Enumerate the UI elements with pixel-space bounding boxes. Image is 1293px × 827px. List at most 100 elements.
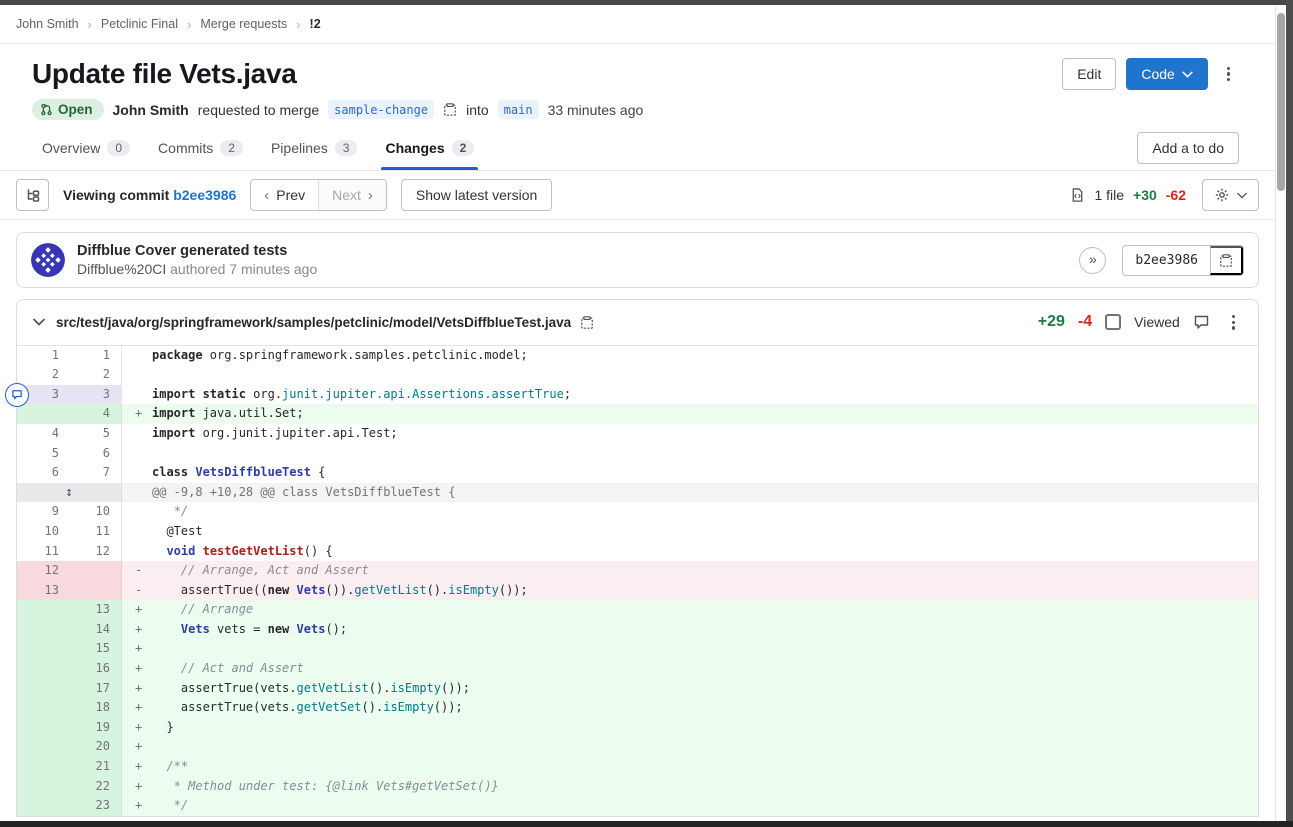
breadcrumb-mr-id[interactable]: !2 (310, 17, 321, 31)
old-line-number[interactable] (17, 600, 70, 620)
old-line-number[interactable] (17, 679, 70, 699)
old-line-number[interactable] (17, 718, 70, 738)
new-line-number[interactable]: 2 (70, 365, 122, 385)
next-commit-button[interactable]: Next › (318, 180, 386, 210)
new-line-number[interactable]: 5 (70, 424, 122, 444)
mr-options-kebab-icon[interactable] (1218, 61, 1239, 88)
code-button-label: Code (1141, 66, 1174, 82)
new-line-number[interactable]: 15 (70, 639, 122, 659)
old-line-number[interactable] (17, 737, 70, 757)
tab-pipelines[interactable]: Pipelines 3 (261, 126, 368, 170)
code-line: + } (122, 718, 1258, 738)
new-line-number[interactable]: 10 (70, 502, 122, 522)
new-line-number[interactable]: 20 (70, 737, 122, 757)
new-line-number[interactable] (70, 561, 122, 581)
old-line-number[interactable]: 2 (17, 365, 70, 385)
old-line-number[interactable] (17, 698, 70, 718)
new-line-number[interactable]: 22 (70, 777, 122, 797)
add-todo-button[interactable]: Add a to do (1137, 132, 1239, 164)
page-title: Update file Vets.java (32, 58, 297, 90)
old-line-number[interactable]: 10 (17, 522, 70, 542)
old-line-number[interactable]: 11 (17, 542, 70, 562)
commit-title[interactable]: Diffblue Cover generated tests (77, 243, 317, 259)
old-line-number[interactable] (17, 777, 70, 797)
tab-changes[interactable]: Changes 2 (375, 126, 484, 170)
requested-text: requested to merge (198, 102, 319, 118)
diff-settings-button[interactable] (1202, 179, 1259, 211)
code-line: package org.springframework.samples.petc… (122, 346, 1258, 366)
target-branch-chip[interactable]: main (498, 100, 539, 119)
old-line-number[interactable] (17, 404, 70, 424)
viewed-checkbox[interactable] (1105, 314, 1121, 330)
page-scrollbar[interactable] (1275, 5, 1286, 821)
mr-author[interactable]: John Smith (113, 102, 189, 118)
old-line-number[interactable]: 12 (17, 561, 70, 581)
source-branch-chip[interactable]: sample-change (328, 100, 434, 119)
file-comment-button[interactable] (1193, 314, 1210, 330)
old-line-number[interactable] (17, 659, 70, 679)
show-latest-version-button[interactable]: Show latest version (401, 179, 552, 211)
new-line-number[interactable]: 16 (70, 659, 122, 679)
code-dropdown-button[interactable]: Code (1126, 58, 1207, 90)
new-line-number[interactable]: 13 (70, 600, 122, 620)
code-line: @Test (122, 522, 1258, 542)
copy-branch-button[interactable] (443, 102, 457, 117)
old-line-number[interactable]: 4 (17, 424, 70, 444)
old-line-number[interactable] (17, 620, 70, 640)
breadcrumb-user[interactable]: John Smith (16, 17, 79, 31)
new-line-number[interactable]: 14 (70, 620, 122, 640)
new-line-number[interactable]: 4 (70, 404, 122, 424)
file-tree-toggle-icon (25, 187, 41, 203)
copy-to-clipboard-icon (443, 102, 457, 117)
new-line-number[interactable]: 12 (70, 542, 122, 562)
new-line-number[interactable]: 19 (70, 718, 122, 738)
new-line-number[interactable]: 21 (70, 757, 122, 777)
old-line-number[interactable] (17, 757, 70, 777)
new-line-number[interactable]: 3 (70, 385, 122, 405)
new-line-number[interactable]: 7 (70, 463, 122, 483)
old-line-number[interactable]: 13 (17, 581, 70, 601)
scrollbar-thumb[interactable] (1277, 13, 1285, 191)
new-line-number[interactable]: 23 (70, 796, 122, 816)
line-comment-indicator[interactable] (5, 383, 29, 407)
diff-sign: - (135, 581, 142, 601)
file-path[interactable]: src/test/java/org/springframework/sample… (56, 315, 571, 330)
window-frame-right (1286, 0, 1293, 827)
tab-overview[interactable]: Overview 0 (32, 126, 140, 170)
mr-created-time: 33 minutes ago (548, 102, 644, 118)
old-line-number[interactable] (17, 639, 70, 659)
code-line: import static org.junit.jupiter.api.Asse… (122, 385, 1258, 405)
old-line-number[interactable]: 9 (17, 502, 70, 522)
prev-commit-button[interactable]: ‹ Prev (251, 180, 318, 210)
breadcrumb-project[interactable]: Petclinic Final (101, 17, 178, 31)
new-line-number[interactable]: 1 (70, 346, 122, 366)
code-line: + // Act and Assert (122, 659, 1258, 679)
copy-file-path-button[interactable] (580, 315, 594, 330)
new-line-number[interactable]: 17 (70, 679, 122, 699)
old-line-number[interactable] (17, 796, 70, 816)
old-line-number[interactable]: 1 (17, 346, 70, 366)
diff-sign: + (135, 600, 142, 620)
expand-lines-button[interactable]: ↕ (17, 483, 122, 503)
collapse-file-button[interactable] (31, 318, 47, 326)
code-line: + assertTrue(vets.getVetSet().isEmpty())… (122, 698, 1258, 718)
deletions-count: -62 (1166, 187, 1186, 203)
prev-label: Prev (276, 187, 305, 203)
edit-button[interactable]: Edit (1062, 58, 1116, 90)
old-line-number[interactable]: 6 (17, 463, 70, 483)
old-line-number[interactable]: 5 (17, 444, 70, 464)
copy-sha-button[interactable] (1210, 246, 1243, 275)
tab-commits[interactable]: Commits 2 (148, 126, 253, 170)
new-line-number[interactable] (70, 581, 122, 601)
viewing-commit-sha-link[interactable]: b2ee3986 (173, 187, 236, 203)
breadcrumb-merge-requests[interactable]: Merge requests (200, 17, 287, 31)
new-line-number[interactable]: 6 (70, 444, 122, 464)
code-line: +import java.util.Set; (122, 404, 1258, 424)
expand-commit-button[interactable]: » (1079, 247, 1106, 274)
new-line-number[interactable]: 18 (70, 698, 122, 718)
file-options-kebab-icon[interactable] (1223, 309, 1244, 336)
code-line: + (122, 639, 1258, 659)
code-line: + // Arrange (122, 600, 1258, 620)
new-line-number[interactable]: 11 (70, 522, 122, 542)
file-tree-toggle-button[interactable] (16, 179, 49, 211)
